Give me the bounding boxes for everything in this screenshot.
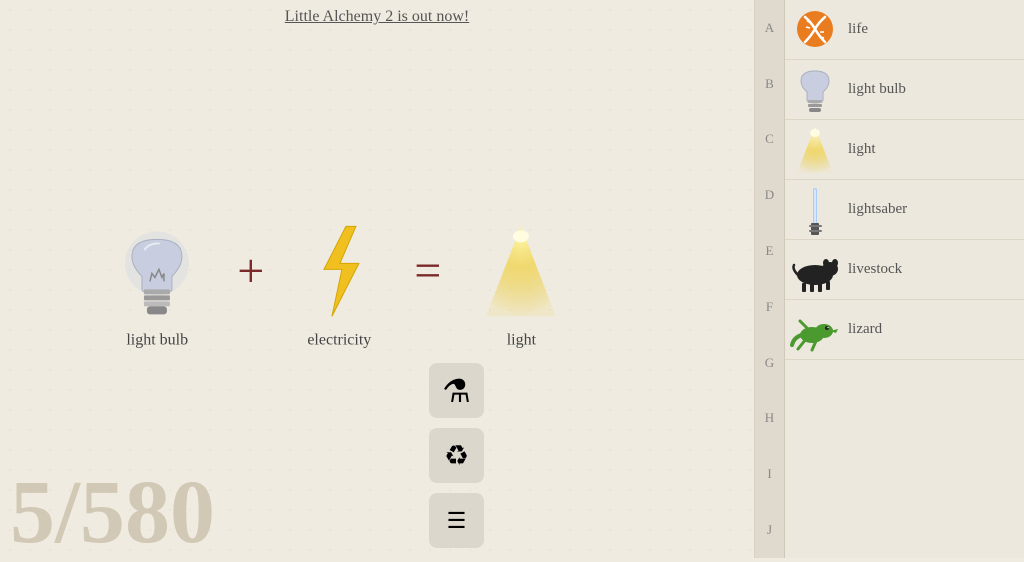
banner[interactable]: Little Alchemy 2 is out now! <box>0 0 754 34</box>
sidebar: A B C D E F G H I J <box>754 0 1024 558</box>
plus-operator: + <box>237 243 264 298</box>
alpha-g[interactable]: G <box>755 335 784 391</box>
lightbulb-sidebar-label: light bulb <box>848 81 1014 98</box>
lizard-label: lizard <box>848 321 1014 338</box>
banner-link[interactable]: Little Alchemy 2 is out now! <box>285 8 469 25</box>
lizard-icon <box>790 305 840 355</box>
life-label: life <box>848 21 1014 38</box>
alchemy2-icon: ⚗ <box>442 372 471 410</box>
alpha-c[interactable]: C <box>755 112 784 168</box>
menu-button[interactable]: ☰ <box>429 493 484 548</box>
lightsaber-label: lightsaber <box>848 201 1014 218</box>
equation: light bulb + electricity = <box>117 221 561 349</box>
equals-operator: = <box>414 243 441 298</box>
list-item-lightsaber[interactable]: lightsaber <box>785 180 1024 240</box>
menu-icon: ☰ <box>447 508 467 534</box>
sidebar-lightbulb-icon <box>790 65 840 115</box>
alchemy2-button[interactable]: ⚗ <box>429 363 484 418</box>
list-item-light[interactable]: light <box>785 120 1024 180</box>
element-counter: 5/580 <box>0 468 215 558</box>
main-area: Little Alchemy 2 is out now! ligh <box>0 0 754 558</box>
alpha-f[interactable]: F <box>755 279 784 335</box>
sidebar-light-icon <box>790 125 840 175</box>
list-item-lightbulb[interactable]: light bulb <box>785 60 1024 120</box>
element-light: light <box>481 221 561 349</box>
alpha-i[interactable]: I <box>755 446 784 502</box>
lightning-icon <box>304 221 374 321</box>
alpha-e[interactable]: E <box>755 223 784 279</box>
list-item-life[interactable]: life <box>785 0 1024 60</box>
lightbulb-label: light bulb <box>126 331 188 349</box>
list-item-lizard[interactable]: lizard <box>785 300 1024 360</box>
alpha-column: A B C D E F G H I J <box>755 0 785 558</box>
light-sidebar-label: light <box>848 141 1014 158</box>
alpha-a[interactable]: A <box>755 0 784 56</box>
light-result-icon <box>481 221 561 321</box>
alpha-d[interactable]: D <box>755 167 784 223</box>
lightsaber-icon <box>790 185 840 235</box>
alpha-b[interactable]: B <box>755 56 784 112</box>
livestock-icon <box>790 245 840 295</box>
electricity-label: electricity <box>307 331 371 349</box>
alpha-h[interactable]: H <box>755 391 784 447</box>
element-lightbulb: light bulb <box>117 221 197 349</box>
recycle-button[interactable]: ♻ <box>429 428 484 483</box>
items-column: life light bulb <box>785 0 1024 558</box>
livestock-label: livestock <box>848 261 1014 278</box>
lightbulb-icon <box>117 221 197 321</box>
element-electricity: electricity <box>304 221 374 349</box>
recycle-icon: ♻ <box>444 439 469 473</box>
alpha-j[interactable]: J <box>755 502 784 558</box>
light-label: light <box>507 331 536 349</box>
panel-icons: ⚗ ♻ ☰ <box>429 363 484 548</box>
list-item-livestock[interactable]: livestock <box>785 240 1024 300</box>
life-icon <box>790 5 840 55</box>
